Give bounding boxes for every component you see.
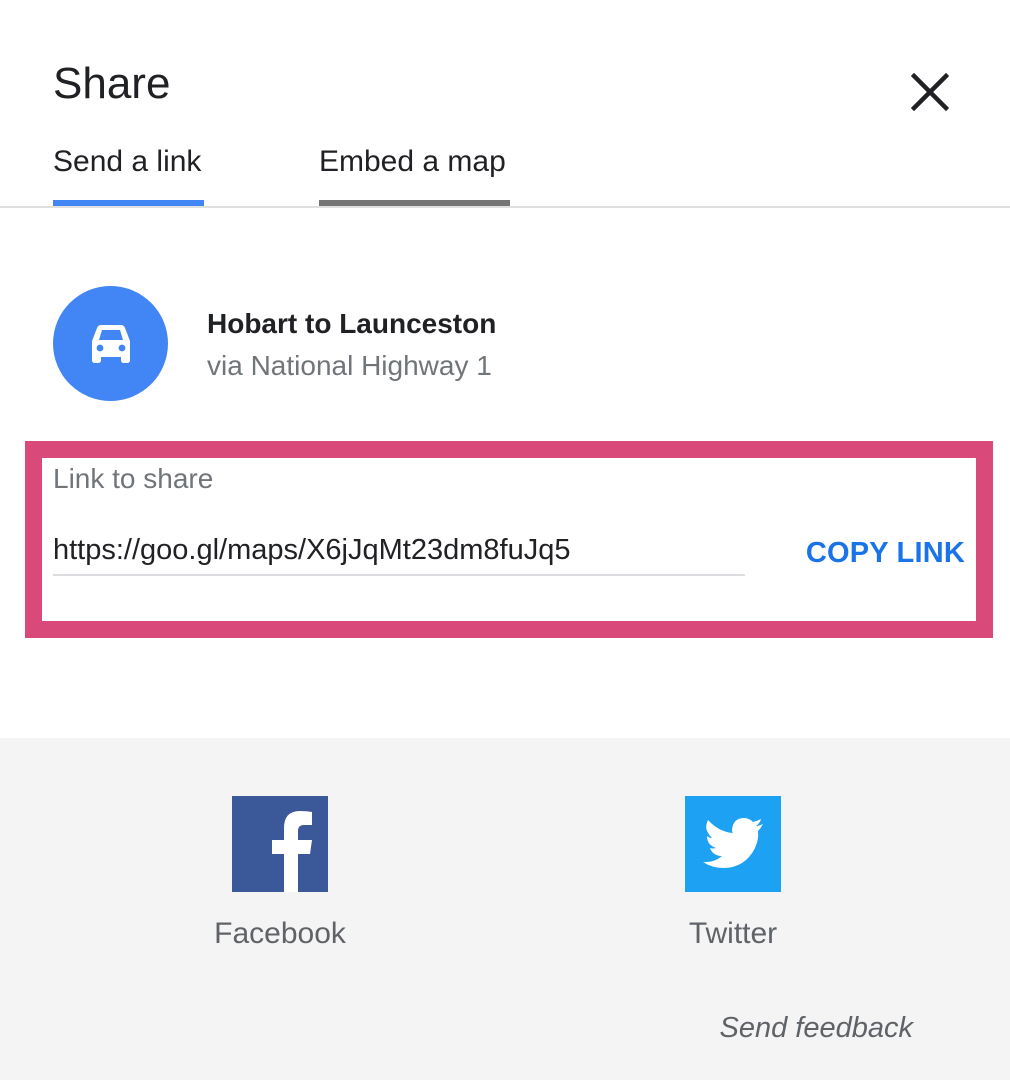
twitter-share-button[interactable]: Twitter [633, 796, 833, 954]
tab-label: Embed a map [319, 145, 506, 178]
social-panel: Facebook Twitter Send feedback [0, 738, 1010, 1080]
tab-embed-a-map[interactable]: Embed a map [319, 140, 510, 208]
close-icon [911, 73, 949, 111]
twitter-label: Twitter [688, 917, 778, 950]
twitter-icon [703, 818, 763, 868]
send-feedback-link[interactable]: Send feedback [720, 1008, 913, 1048]
facebook-icon [272, 811, 312, 892]
link-label: Link to share [53, 463, 214, 494]
car-icon [91, 324, 130, 363]
twitter-logo [685, 796, 781, 892]
share-dialog: Share Send a link Embed a map Hobart to … [0, 0, 1010, 1080]
dialog-title: Share [53, 59, 171, 108]
facebook-logo [232, 796, 328, 892]
route-title: Hobart to Launceston [207, 308, 497, 339]
tab-label: Send a link [53, 145, 202, 178]
share-link-input[interactable] [53, 526, 745, 576]
route-subtitle: via National Highway 1 [207, 350, 492, 381]
facebook-label: Facebook [214, 917, 346, 950]
facebook-share-button[interactable]: Facebook [180, 796, 380, 954]
route-avatar [53, 286, 168, 401]
tab-send-a-link[interactable]: Send a link [53, 140, 204, 208]
tabs-divider [0, 206, 1010, 208]
close-button[interactable] [900, 62, 960, 122]
copy-link-button[interactable]: COPY LINK [790, 530, 965, 576]
